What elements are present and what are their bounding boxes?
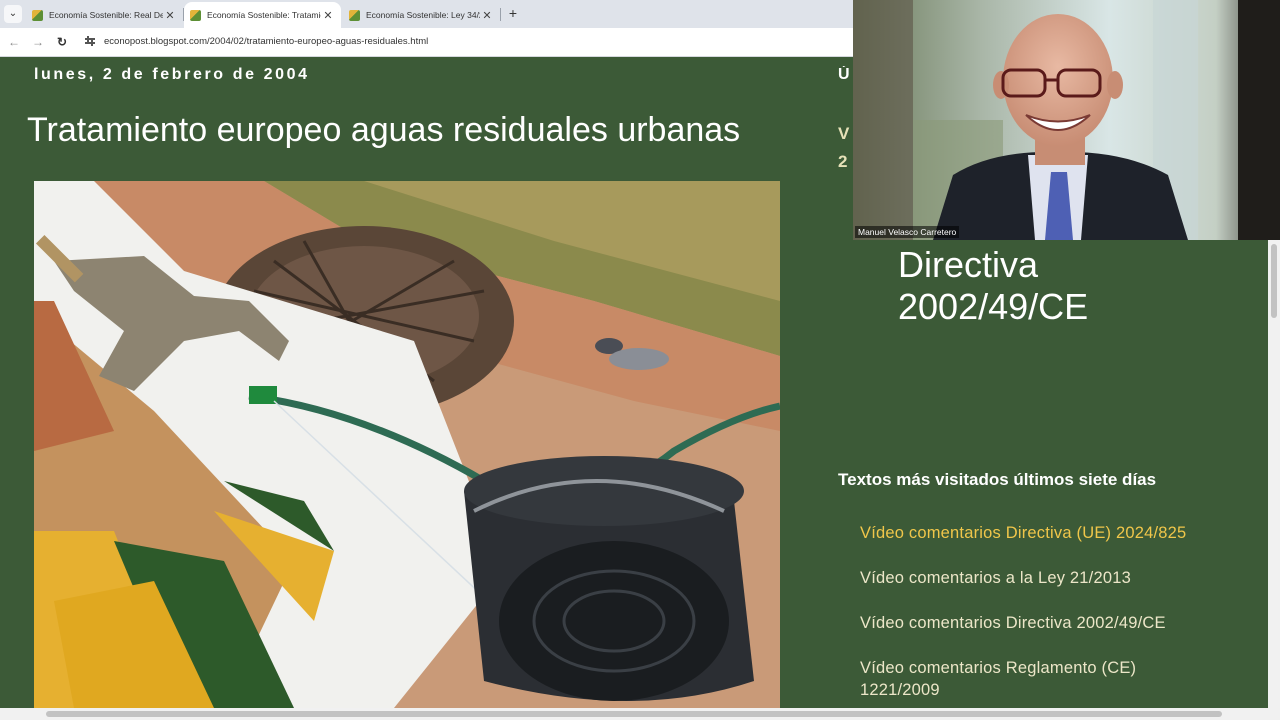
webcam-video bbox=[853, 0, 1280, 240]
site-settings-icon[interactable] bbox=[84, 36, 96, 48]
tab-search-menu-icon[interactable]: ⌄ bbox=[4, 5, 22, 23]
tab-ley-34[interactable]: Economía Sostenible: Ley 34/2 ✕ bbox=[343, 2, 500, 28]
post-title: Tratamiento europeo aguas residuales urb… bbox=[27, 111, 741, 149]
video-title-line: Directiva bbox=[898, 244, 1039, 285]
participant-name-label: Manuel Velasco Carretero bbox=[855, 226, 960, 238]
tab-title: Economía Sostenible: Real Dec bbox=[49, 10, 163, 20]
blogger-favicon-icon bbox=[190, 9, 201, 21]
video-title-line: 2002/49/CE bbox=[898, 286, 1089, 327]
tab-close-icon[interactable]: ✕ bbox=[163, 9, 177, 22]
sidebar-heading-partial: Ú bbox=[838, 66, 850, 83]
screen: ⌄ Economía Sostenible: Real Dec ✕ Econom… bbox=[0, 0, 1280, 720]
popular-post-link[interactable]: Vídeo comentarios Directiva 2002/49/CE bbox=[860, 612, 1220, 634]
vertical-scrollbar[interactable] bbox=[1268, 240, 1280, 708]
tab-tratamiento[interactable]: Economía Sostenible: Tratamie ✕ bbox=[184, 2, 341, 28]
tab-close-icon[interactable]: ✕ bbox=[480, 9, 494, 22]
address-bar[interactable]: econopost.blogspot.com/2004/02/tratamien… bbox=[104, 36, 428, 47]
popular-post-link[interactable]: Vídeo comentarios a la Ley 21/2013 bbox=[860, 567, 1220, 589]
horizontal-scrollbar-thumb[interactable] bbox=[46, 711, 1222, 717]
vertical-scrollbar-thumb[interactable] bbox=[1271, 244, 1277, 318]
popular-posts-heading: Textos más visitados últimos siete días bbox=[838, 470, 1157, 489]
post-image-faucet-bucket bbox=[34, 181, 780, 708]
post-date: lunes, 2 de febrero de 2004 bbox=[34, 66, 310, 83]
new-tab-button[interactable]: + bbox=[504, 4, 522, 22]
horizontal-scrollbar[interactable] bbox=[0, 708, 1280, 720]
reload-icon[interactable]: ↻ bbox=[54, 34, 70, 50]
sidebar-link-partial[interactable]: V 2 bbox=[838, 120, 853, 176]
tab-close-icon[interactable]: ✕ bbox=[321, 9, 335, 22]
tab-title: Economía Sostenible: Ley 34/2 bbox=[366, 10, 480, 20]
browser-toolbar: ← → ↻ econopost.blogspot.com/2004/02/tra… bbox=[0, 28, 853, 57]
sidebar-link-partial-line: V bbox=[838, 124, 850, 143]
tab-title: Economía Sostenible: Tratamie bbox=[207, 10, 321, 20]
popular-post-link[interactable]: Vídeo comentarios Directiva (UE) 2024/82… bbox=[860, 522, 1220, 544]
sidebar-link-partial-line: 2 bbox=[838, 152, 848, 171]
blogger-favicon-icon bbox=[349, 9, 360, 21]
tab-bar: ⌄ Economía Sostenible: Real Dec ✕ Econom… bbox=[0, 0, 853, 28]
tab-real-decreto[interactable]: Economía Sostenible: Real Dec ✕ bbox=[26, 2, 183, 28]
back-arrow-icon[interactable]: ← bbox=[6, 34, 22, 50]
blogger-favicon-icon bbox=[32, 9, 43, 21]
tab-divider bbox=[500, 8, 501, 21]
popular-post-link[interactable]: Vídeo comentarios Reglamento (CE) 1221/2… bbox=[860, 657, 1220, 701]
video-thumbnail-title[interactable]: Directiva 2002/49/CE bbox=[898, 244, 1088, 328]
forward-arrow-icon[interactable]: → bbox=[30, 34, 46, 50]
